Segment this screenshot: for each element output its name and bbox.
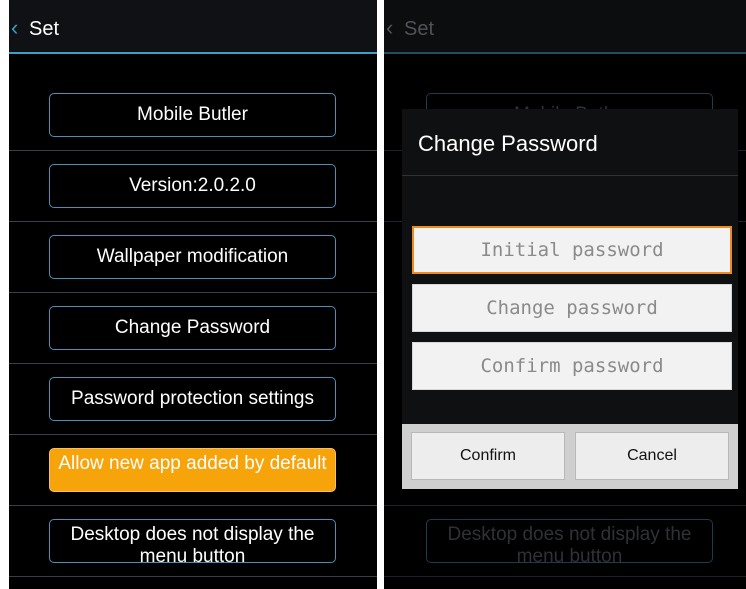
dialog-title: Change Password (418, 131, 598, 156)
divider (384, 505, 746, 506)
divider (9, 150, 377, 151)
desktop-menu-button-setting: Desktop does not display the menu button (426, 519, 713, 563)
divider (384, 576, 746, 577)
initial-password-input[interactable]: Initial password (412, 226, 732, 274)
version-button[interactable]: Version:2.0.2.0 (49, 164, 336, 208)
password-protection-settings-button[interactable]: Password protection settings (49, 377, 336, 421)
action-bar: ‹ Set (384, 0, 746, 54)
confirm-button[interactable]: Confirm (411, 432, 565, 480)
back-chevron-icon[interactable]: ‹ (11, 17, 25, 39)
divider (9, 363, 377, 364)
divider (9, 505, 377, 506)
change-password-button[interactable]: Change Password (49, 306, 336, 350)
divider (9, 576, 377, 577)
action-bar: ‹ Set (9, 0, 377, 54)
cancel-button[interactable]: Cancel (575, 432, 729, 480)
desktop-menu-button-setting[interactable]: Desktop does not display the menu button (49, 519, 336, 563)
allow-new-app-button[interactable]: Allow new app added by default (49, 448, 336, 492)
divider (9, 292, 377, 293)
change-password-screen: ‹ Set Mobile Butler Version:2.0.2.0 Pass… (384, 0, 746, 589)
dialog-divider (402, 175, 738, 176)
change-password-input[interactable]: Change password (412, 284, 732, 332)
page-title: Set (404, 18, 435, 40)
confirm-password-input[interactable]: Confirm password (412, 342, 732, 390)
settings-screen: ‹ Set Mobile Butler Version:2.0.2.0 Wall… (9, 0, 377, 589)
change-password-dialog: Change Password Initial password Change … (402, 109, 738, 489)
divider (9, 434, 377, 435)
mobile-butler-button[interactable]: Mobile Butler (49, 93, 336, 137)
dialog-button-bar: Confirm Cancel (402, 424, 738, 489)
divider (9, 221, 377, 222)
back-chevron-icon: ‹ (386, 15, 394, 40)
wallpaper-modification-button[interactable]: Wallpaper modification (49, 235, 336, 279)
page-title: Set (29, 18, 60, 40)
